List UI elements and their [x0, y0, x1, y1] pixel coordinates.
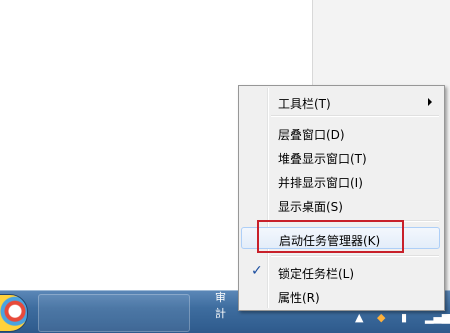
- taskbar-window-button[interactable]: 审計: [38, 291, 226, 332]
- tray-up-arrow-icon[interactable]: ▲: [355, 311, 363, 324]
- menu-item-label: 层叠窗口(D): [278, 128, 345, 142]
- menu-separator: [271, 115, 439, 117]
- system-tray[interactable]: ▲ ◆ ▮ ▂▄▆: [355, 311, 450, 327]
- menu-separator: [271, 255, 439, 257]
- menu-item-side-by-side[interactable]: 并排显示窗口(I): [241, 170, 440, 192]
- menu-item-label: 显示桌面(S): [278, 200, 343, 214]
- menu-item-lock-taskbar[interactable]: ✓ 锁定任务栏(L): [241, 261, 440, 283]
- menu-item-label: 堆叠显示窗口(T): [278, 152, 367, 166]
- menu-item-toolbars[interactable]: 工具栏(T): [241, 91, 440, 113]
- menu-item-properties[interactable]: 属性(R): [241, 285, 440, 307]
- tray-signal-icon[interactable]: ▂▄▆: [425, 311, 450, 324]
- menu-item-label: 工具栏(T): [278, 97, 331, 111]
- highlight-annotation-box: [257, 220, 404, 253]
- submenu-arrow-icon: [428, 98, 432, 106]
- tray-app-icon[interactable]: ◆: [377, 311, 385, 324]
- menu-item-stack[interactable]: 堆叠显示窗口(T): [241, 146, 440, 168]
- tray-network-icon[interactable]: ▮: [401, 311, 407, 324]
- checkmark-icon: ✓: [251, 263, 263, 279]
- menu-item-show-desktop[interactable]: 显示桌面(S): [241, 194, 440, 216]
- menu-item-cascade[interactable]: 层叠窗口(D): [241, 122, 440, 144]
- menu-item-label: 并排显示窗口(I): [278, 176, 363, 190]
- taskbar-window-label: 审計: [215, 291, 226, 320]
- menu-item-label: 属性(R): [278, 291, 320, 305]
- taskbar-context-menu: 工具栏(T) 层叠窗口(D) 堆叠显示窗口(T) 并排显示窗口(I) 显示桌面(…: [238, 85, 445, 311]
- menu-item-label: 锁定任务栏(L): [278, 267, 355, 281]
